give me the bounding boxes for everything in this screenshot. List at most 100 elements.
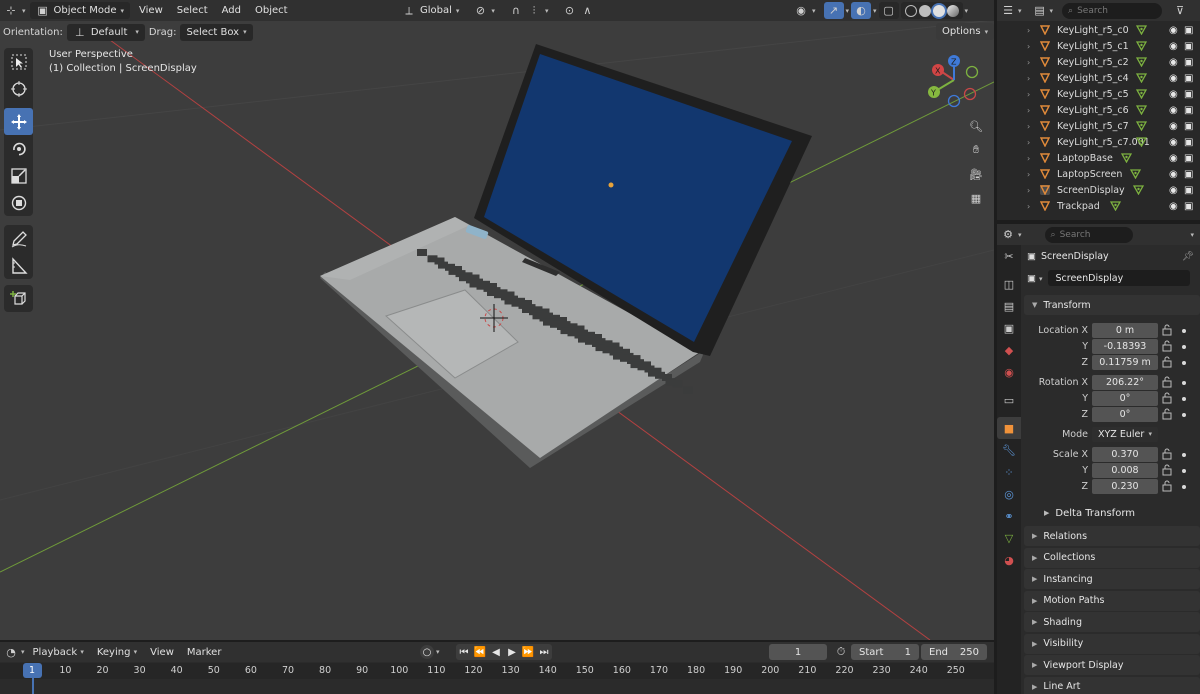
camera-icon[interactable]: ▣ [1184, 185, 1193, 196]
auto-keying-toggle[interactable]: ○ [420, 645, 434, 659]
transform-panel-header[interactable]: ▼ Transform [1024, 295, 1200, 315]
outliner-item[interactable]: › KeyLight_r5_c7.001 ◉ ▣ [997, 134, 1200, 150]
expand-arrow-icon[interactable]: › [1027, 42, 1030, 51]
expand-arrow-icon[interactable]: › [1027, 58, 1030, 67]
tool-tab[interactable]: ✂ [997, 245, 1021, 267]
modifiers-tab[interactable]: 🔧︎ [997, 439, 1021, 461]
mesh-data-icon[interactable] [1120, 153, 1133, 164]
cursor-tool[interactable] [4, 75, 33, 102]
rotation-y-field[interactable]: 0° [1092, 391, 1158, 406]
pin-icon[interactable]: 📌︎ [1182, 251, 1194, 262]
mesh-data-icon[interactable] [1109, 201, 1122, 212]
menu-playback[interactable]: Playback ▾ [28, 644, 89, 661]
camera-icon[interactable]: ▣ [1184, 169, 1193, 180]
rendered-shading-button[interactable] [946, 4, 959, 17]
scale-tool[interactable] [4, 162, 33, 189]
panel-shading[interactable]: ▶ Shading [1024, 612, 1200, 632]
panel-collections[interactable]: ▶ Collections [1024, 547, 1200, 568]
overlays-toggle[interactable]: ◐ [851, 2, 872, 19]
lock-icon[interactable] [1162, 324, 1172, 336]
lock-icon[interactable] [1162, 464, 1172, 476]
transform-orientation-dropdown[interactable]: ⟂ Global ▾ [396, 2, 465, 19]
physics-tab[interactable]: ◎ [997, 483, 1021, 505]
delta-transform-subpanel[interactable]: ▶ Delta Transform [1024, 503, 1200, 523]
play-reverse-button[interactable]: ◀ [488, 644, 504, 660]
particles-tab[interactable]: ⁘ [997, 461, 1021, 483]
outliner-item[interactable]: › KeyLight_r5_c7 ◉ ▣ [997, 118, 1200, 134]
rotation-x-field[interactable]: 206.22° [1092, 375, 1158, 390]
light-data-icon[interactable] [1135, 105, 1148, 116]
properties-options-dropdown[interactable]: ▾ [1190, 231, 1194, 239]
next-keyframe-button[interactable]: ⏩ [520, 644, 536, 660]
keyframe-dot[interactable] [1182, 329, 1186, 333]
transform-tool[interactable] [4, 189, 33, 216]
keyframe-dot[interactable] [1182, 361, 1186, 365]
keyframe-dot[interactable] [1182, 381, 1186, 385]
overlays-dropdown[interactable]: ▾ [873, 7, 877, 15]
eye-icon[interactable]: ◉ [1169, 105, 1178, 116]
material-tab[interactable]: ◕ [997, 549, 1021, 571]
light-data-icon[interactable] [1135, 89, 1148, 100]
keyframe-dot[interactable] [1182, 345, 1186, 349]
jump-start-button[interactable]: ⏮ [456, 644, 472, 660]
panel-viewport-display[interactable]: ▶ Viewport Display [1024, 655, 1200, 675]
zoom-button[interactable]: 🔍︎ [964, 115, 988, 137]
outliner-item[interactable]: › KeyLight_r5_c4 ◉ ▣ [997, 70, 1200, 86]
camera-icon[interactable]: ▣ [1184, 137, 1193, 148]
light-data-icon[interactable] [1135, 121, 1148, 132]
object-tab[interactable]: ■ [997, 417, 1021, 439]
lock-icon[interactable] [1162, 356, 1172, 368]
eye-icon[interactable]: ◉ [1169, 73, 1178, 84]
outliner-item[interactable]: › KeyLight_r5_c0 ◉ ▣ [997, 22, 1200, 38]
eye-icon[interactable]: ◉ [1169, 25, 1178, 36]
expand-arrow-icon[interactable]: › [1027, 90, 1030, 99]
expand-arrow-icon[interactable]: › [1027, 154, 1030, 163]
camera-icon[interactable]: ▣ [1184, 89, 1193, 100]
outliner-search[interactable]: ⌕ Search [1062, 2, 1163, 19]
lock-icon[interactable] [1162, 376, 1172, 388]
panel-motion-paths[interactable]: ▶ Motion Paths [1024, 590, 1200, 611]
outliner-item[interactable]: › LaptopBase ◉ ▣ [997, 150, 1200, 166]
mesh-data-icon[interactable] [1129, 169, 1142, 180]
editor-type-icon[interactable]: ⊹ [4, 4, 18, 18]
menu-timeline-view[interactable]: View [145, 644, 179, 661]
lock-icon[interactable] [1162, 340, 1172, 352]
keyframe-dot[interactable] [1182, 397, 1186, 401]
camera-view-button[interactable]: 🎥︎ [964, 163, 988, 185]
proportional-edit-toggle[interactable]: ⊙ ∧ [556, 2, 600, 19]
data-tab[interactable]: ▽ [997, 527, 1021, 549]
play-button[interactable]: ▶ [504, 644, 520, 660]
add-cube-tool[interactable] [4, 285, 33, 312]
mode-selector[interactable]: ▣ Object Mode ▾ [29, 2, 131, 19]
shading-dropdown[interactable]: ▾ [965, 7, 969, 15]
world-tab[interactable]: ◉ [997, 361, 1021, 383]
panel-instancing[interactable]: ▶ Instancing [1024, 569, 1200, 589]
snap-toggle[interactable]: ∩ ⫶ ▾ [503, 2, 555, 19]
panel-line-art[interactable]: ▶ Line Art [1024, 676, 1200, 694]
scene-tab[interactable]: ◆ [997, 339, 1021, 361]
object-name-field[interactable]: ScreenDisplay [1047, 270, 1190, 286]
scale-y-field[interactable]: 0.008 [1092, 463, 1158, 478]
camera-icon[interactable]: ▣ [1184, 57, 1193, 68]
wireframe-shading-button[interactable] [904, 4, 917, 17]
3d-viewport[interactable]: X Y Z ⊹ ▾ ▣ Object Mode ▾ View Select Add … [0, 0, 994, 640]
camera-icon[interactable]: ▣ [1184, 201, 1193, 212]
select-box-tool[interactable] [4, 48, 33, 75]
mesh-data-icon[interactable] [1132, 185, 1145, 196]
outliner-item[interactable]: › KeyLight_r5_c6 ◉ ▣ [997, 102, 1200, 118]
current-frame-field[interactable]: 1 [769, 644, 827, 660]
expand-arrow-icon[interactable]: › [1027, 106, 1030, 115]
eye-icon[interactable]: ◉ [1169, 121, 1178, 132]
move-tool[interactable] [4, 108, 33, 135]
expand-arrow-icon[interactable]: › [1027, 122, 1030, 131]
properties-editor-icon[interactable]: ⚙ [1001, 228, 1015, 242]
jump-end-button[interactable]: ⏭ [536, 644, 552, 660]
options-dropdown[interactable]: Options ▾ [936, 23, 994, 40]
lock-icon[interactable] [1162, 392, 1172, 404]
constraints-tab[interactable]: ⚭ [997, 505, 1021, 527]
start-frame-field[interactable]: Start 1 [851, 644, 919, 660]
lock-icon[interactable] [1162, 448, 1172, 460]
annotate-tool[interactable] [4, 225, 33, 252]
viewport-scene[interactable]: X Y Z [0, 0, 994, 640]
rotate-tool[interactable] [4, 135, 33, 162]
